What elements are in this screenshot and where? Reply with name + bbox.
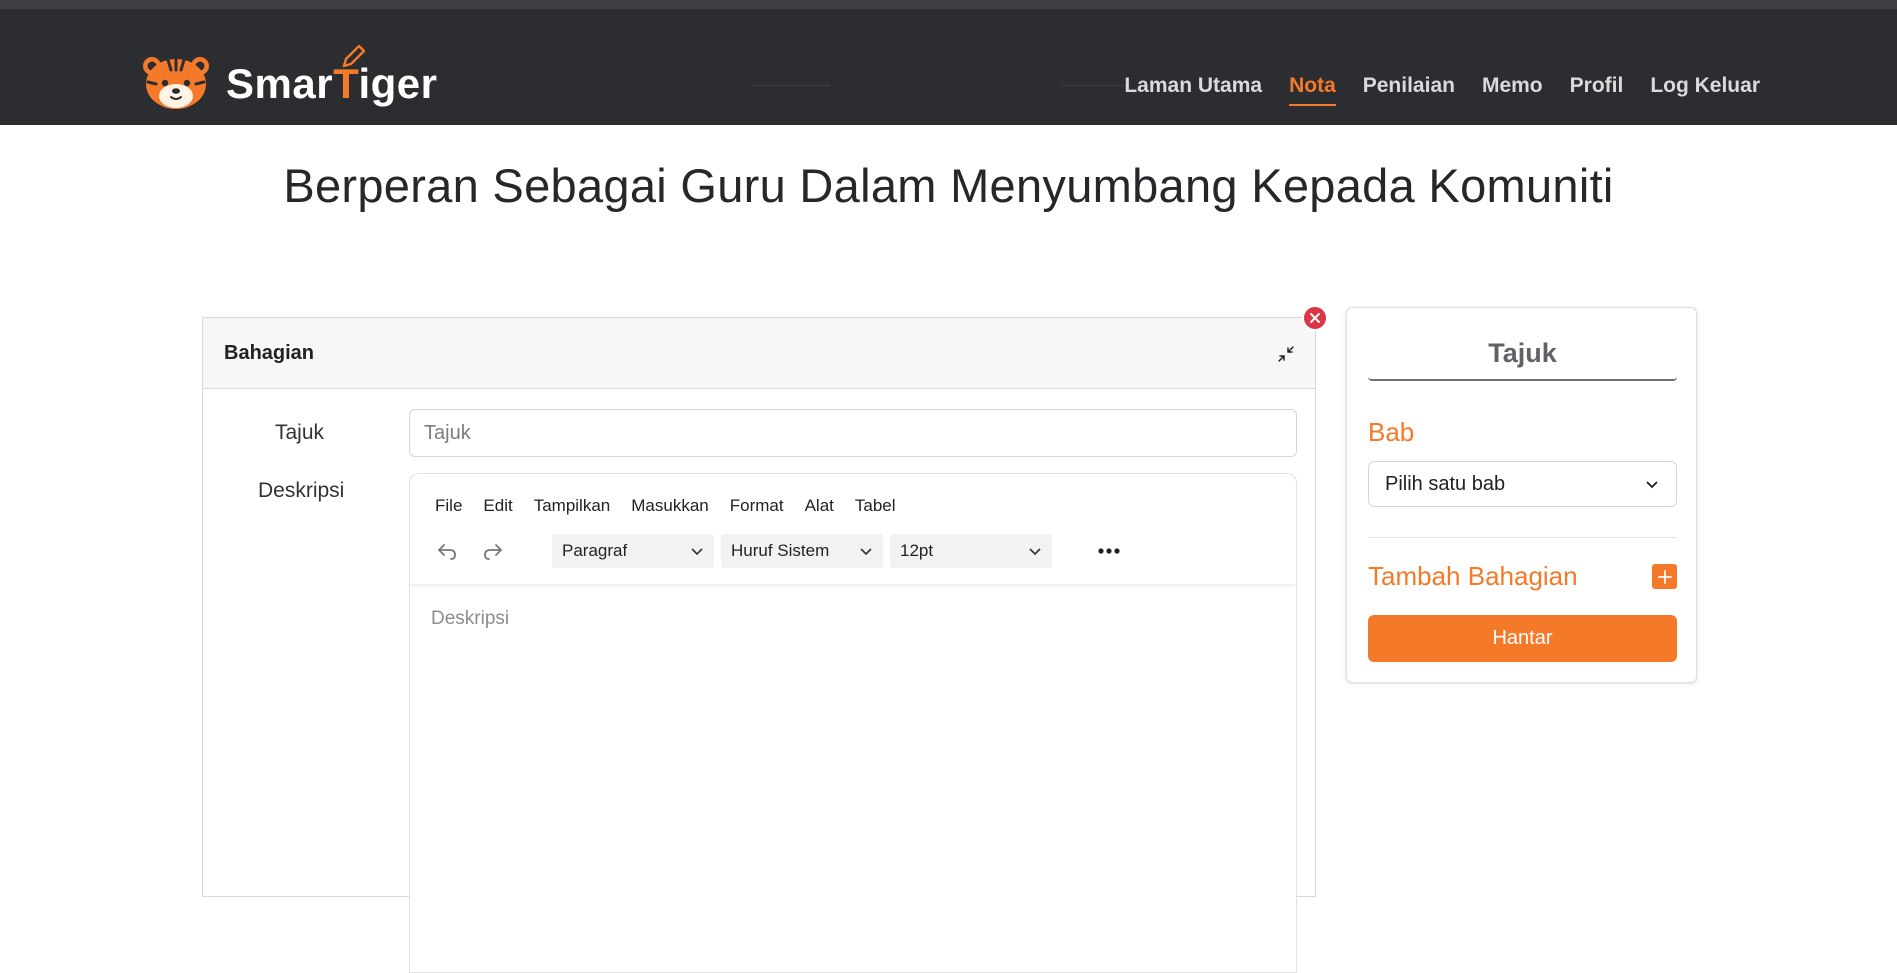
bab-label: Bab bbox=[1368, 417, 1415, 447]
nav-memo[interactable]: Memo bbox=[1482, 74, 1543, 106]
bab-select[interactable]: Pilih satu bab bbox=[1368, 461, 1677, 507]
sidebar-divider bbox=[1368, 537, 1677, 538]
nav-log-keluar[interactable]: Log Keluar bbox=[1650, 74, 1760, 106]
chevron-down-icon bbox=[691, 548, 703, 556]
menu-file[interactable]: File bbox=[435, 496, 462, 516]
menu-alat[interactable]: Alat bbox=[805, 496, 834, 516]
navbar: SmarTiger Laman Utama Nota Penilaian Mem… bbox=[0, 9, 1897, 125]
ghost-divider bbox=[1060, 85, 1130, 86]
editor-menubar: File Edit Tampilkan Masukkan Format Alat… bbox=[435, 496, 896, 516]
more-horizontal-icon[interactable] bbox=[1092, 534, 1126, 568]
editor-placeholder: Deskripsi bbox=[431, 608, 510, 629]
pencil-icon bbox=[342, 44, 366, 68]
editor-toolbar: File Edit Tampilkan Masukkan Format Alat… bbox=[410, 474, 1296, 584]
font-family-select[interactable]: Huruf Sistem bbox=[721, 534, 883, 568]
section-header-title: Bahagian bbox=[224, 342, 315, 364]
bab-select-value: Pilih satu bab bbox=[1385, 472, 1506, 495]
close-icon[interactable] bbox=[1302, 305, 1328, 331]
brand-name: SmarTiger bbox=[226, 60, 438, 107]
rich-text-editor: File Edit Tampilkan Masukkan Format Alat… bbox=[409, 473, 1297, 973]
ghost-divider bbox=[750, 85, 830, 86]
font-size-value: 12pt bbox=[900, 541, 934, 560]
tajuk-input[interactable] bbox=[409, 409, 1297, 457]
nav-nota[interactable]: Nota bbox=[1289, 74, 1336, 106]
chevron-down-icon bbox=[1646, 481, 1658, 489]
font-size-select[interactable]: 12pt bbox=[890, 534, 1052, 568]
submit-button[interactable]: Hantar bbox=[1368, 615, 1677, 662]
block-format-value: Paragraf bbox=[562, 541, 628, 560]
sidebar-panel: Tajuk Bab Pilih satu bab Tambah Bahagian… bbox=[1346, 307, 1697, 683]
section-body: File Edit Tampilkan Masukkan Format Alat… bbox=[203, 389, 1315, 973]
chevron-down-icon bbox=[1029, 548, 1041, 556]
font-family-value: Huruf Sistem bbox=[731, 541, 830, 560]
menu-format[interactable]: Format bbox=[730, 496, 784, 516]
editor-content-area[interactable]: Deskripsi bbox=[410, 584, 1296, 972]
menu-tabel[interactable]: Tabel bbox=[855, 496, 896, 516]
window-top-strip bbox=[0, 0, 1897, 9]
chevron-down-icon bbox=[860, 548, 872, 556]
page-title: Berperan Sebagai Guru Dalam Menyumbang K… bbox=[283, 159, 1614, 212]
sidebar-title: Tajuk bbox=[1368, 338, 1677, 381]
redo-icon[interactable] bbox=[476, 534, 510, 568]
menu-tampilkan[interactable]: Tampilkan bbox=[534, 496, 611, 516]
nav-laman-utama[interactable]: Laman Utama bbox=[1124, 74, 1262, 106]
menu-masukkan[interactable]: Masukkan bbox=[631, 496, 708, 516]
tiger-logo-icon bbox=[143, 57, 209, 109]
block-format-select[interactable]: Paragraf bbox=[552, 534, 714, 568]
main-nav: Laman Utama Nota Penilaian Memo Profil L… bbox=[1124, 74, 1760, 106]
section-card: Bahagian Tajuk Deskripsi File Edit Tampi… bbox=[202, 317, 1316, 973]
nav-profil[interactable]: Profil bbox=[1570, 74, 1624, 106]
plus-icon[interactable] bbox=[1652, 564, 1677, 589]
menu-edit[interactable]: Edit bbox=[483, 496, 512, 516]
collapse-icon[interactable] bbox=[1274, 342, 1298, 366]
brand-logo[interactable]: SmarTiger bbox=[140, 44, 437, 110]
undo-icon[interactable] bbox=[430, 534, 464, 568]
section-header: Bahagian bbox=[203, 318, 1315, 389]
nav-penilaian[interactable]: Penilaian bbox=[1363, 74, 1455, 106]
editor-toolrow: Paragraf Huruf Sistem 12pt bbox=[430, 534, 1126, 568]
add-section-label: Tambah Bahagian bbox=[1368, 561, 1578, 591]
